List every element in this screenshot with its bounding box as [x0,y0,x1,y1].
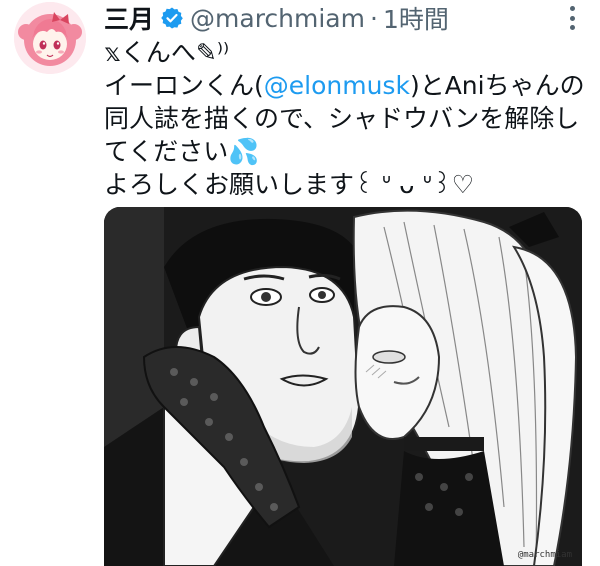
mention-link[interactable]: @elonmusk [264,71,410,100]
handle[interactable]: @marchmiam [190,4,365,33]
tweet-line-4: てください💦 [104,135,590,168]
tweet[interactable]: 三月 @marchmiam · 1時間 𝕩くんへ✎⁾⁾ イーロンくん(@elon… [0,0,600,566]
tweet-line-3: 同人誌を描くので、シャドウバンを解除し [104,104,580,133]
separator: · [369,3,378,33]
tweet-header: 三月 @marchmiam · 1時間 [104,0,449,36]
tweet-media-image[interactable]: @marchmiam [104,207,582,566]
more-vertical-icon[interactable] [562,6,582,30]
sweat-droplets-emoji: 💦 [228,137,260,166]
manga-illustration [104,207,582,566]
display-name[interactable]: 三月 [104,0,154,36]
tweet-line-1: 𝕩くんへ✎⁾⁾ [104,38,230,67]
tweet-line-5: よろしくお願いします꒰ ᐡ ᴗ ᐡ꒱♡ [104,170,475,199]
verified-badge-icon [161,7,183,29]
watermark: @marchmiam [517,550,572,560]
tweet-text-segment: イーロンくん( [104,71,264,100]
timestamp[interactable]: 1時間 [383,0,449,36]
tweet-text-segment: )とAniちゃんの [409,71,585,100]
tweet-text: 𝕩くんへ✎⁾⁾ イーロンくん(@elonmusk)とAniちゃんの 同人誌を描く… [104,36,590,201]
tweet-text-segment: てください [104,137,229,166]
avatar-anime-girl [14,2,86,74]
tweet-line-2: イーロンくん(@elonmusk)とAniちゃんの [104,69,590,102]
avatar[interactable] [14,2,86,74]
